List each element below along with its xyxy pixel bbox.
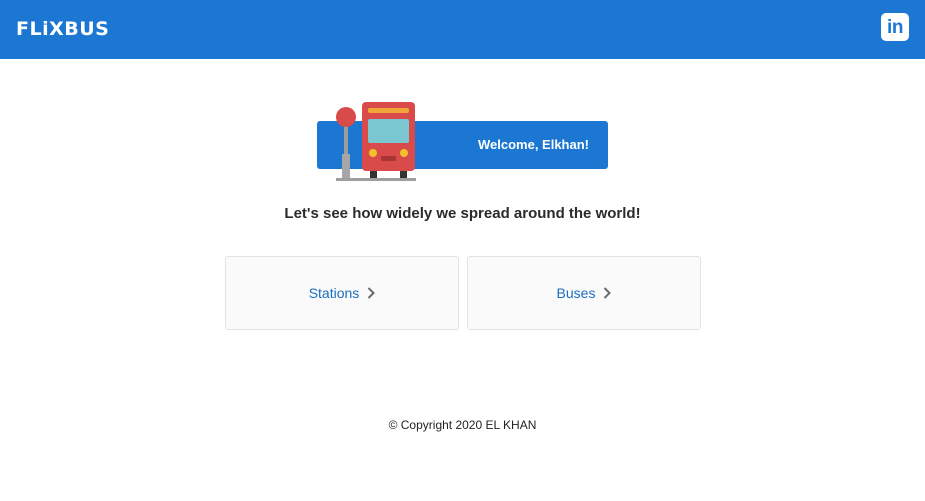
tagline: Let's see how widely we spread around th… (284, 205, 641, 222)
linkedin-button[interactable]: in (881, 13, 909, 41)
top-navbar: FLiXBUS in (0, 0, 925, 59)
buses-label: Buses (556, 285, 596, 301)
bus-stop-icon (336, 102, 416, 181)
chevron-right-icon (368, 287, 376, 299)
welcome-hero: Welcome, Elkhan! (317, 102, 609, 182)
welcome-message: Welcome, Elkhan! (477, 137, 589, 152)
chevron-right-icon (604, 287, 612, 299)
linkedin-icon: in (887, 17, 903, 38)
stations-card[interactable]: Stations (225, 256, 459, 330)
stations-label: Stations (308, 285, 360, 301)
buses-card[interactable]: Buses (467, 256, 701, 330)
flixbus-logo[interactable]: FLiXBUS (16, 17, 109, 41)
copyright-text: © Copyright 2020 EL KHAN (388, 418, 537, 432)
